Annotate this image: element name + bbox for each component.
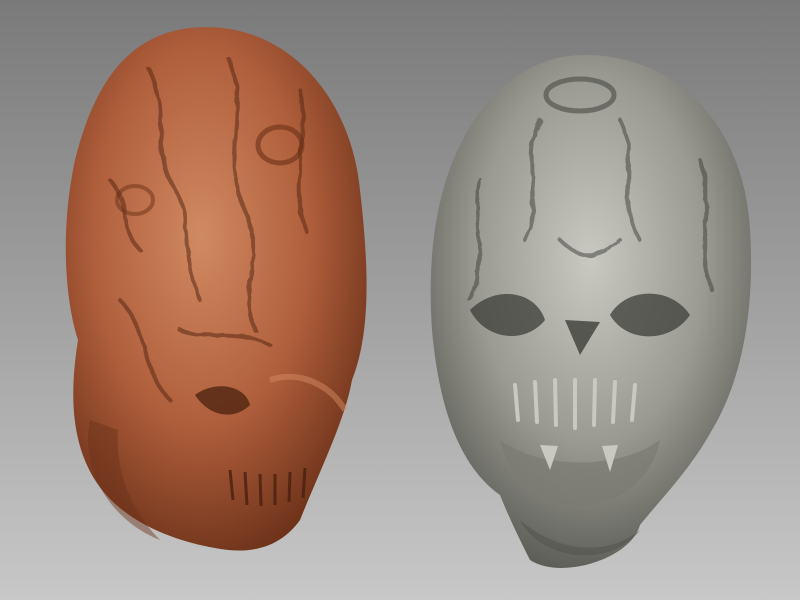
clay-head-sculpt [65, 27, 367, 551]
stone-head-sculpt [430, 55, 752, 568]
sculpt-render-canvas [65, 27, 752, 568]
sculpt-render-viewport [0, 0, 800, 600]
